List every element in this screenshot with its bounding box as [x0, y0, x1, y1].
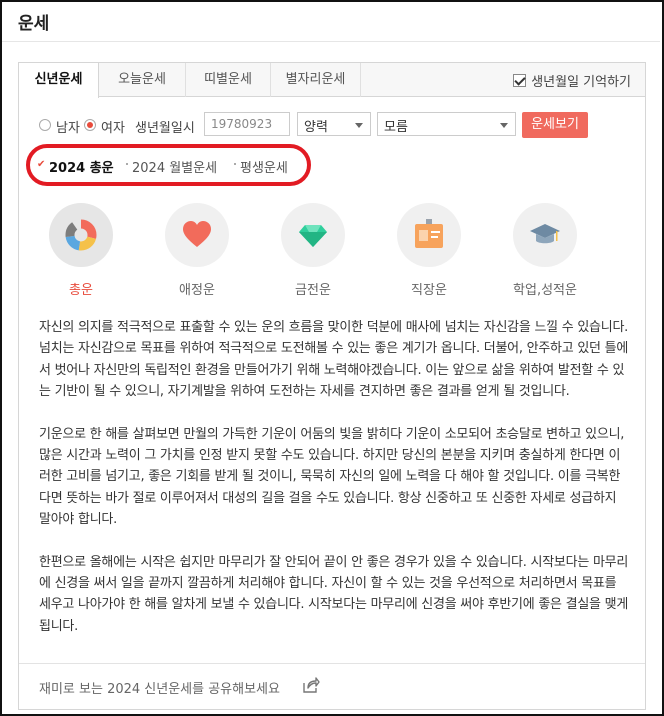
fortune-categories: 총운 애정운 금전운 직장운 학업,성적운: [19, 203, 645, 303]
fortune-paragraph: 기운으로 한 해를 살펴보면 만월의 가득한 기운이 어둠의 빛을 밝히다 기운…: [39, 426, 625, 528]
view-fortune-button[interactable]: 운세보기: [522, 112, 588, 138]
calendar-select[interactable]: 양력: [297, 112, 371, 136]
chevron-down-icon: [355, 123, 363, 128]
fortune-text: 자신의 의지를 적극적으로 표출할 수 있는 운의 흐름을 맞이한 덕분에 매사…: [39, 317, 629, 658]
category-money[interactable]: 금전운: [273, 203, 353, 298]
category-label: 직장운: [411, 283, 447, 298]
donut-chart-icon: [65, 219, 97, 251]
female-label: 여자: [101, 121, 125, 136]
category-label: 애정운: [179, 283, 215, 298]
highlight-ring: [26, 144, 311, 186]
tab-today-fortune[interactable]: 오늘운세: [99, 63, 186, 97]
remember-birthdate[interactable]: 생년월일 기억하기: [513, 71, 631, 90]
category-general[interactable]: 총운: [41, 203, 121, 298]
tab-constellation-fortune[interactable]: 별자리운세: [271, 63, 361, 97]
birth-time-select[interactable]: 모름: [377, 112, 516, 136]
category-label: 총운: [69, 283, 93, 298]
heart-icon: [183, 221, 211, 247]
graduation-cap-icon: [530, 224, 560, 244]
female-radio[interactable]: [84, 119, 96, 131]
page-title: 운세: [18, 14, 50, 34]
category-label: 학업,성적운: [513, 283, 577, 298]
category-love[interactable]: 애정운: [157, 203, 237, 298]
category-career[interactable]: 직장운: [389, 203, 469, 298]
share-text: 재미로 보는 2024 신년운세를 공유해보세요: [39, 682, 280, 697]
share-footer: 재미로 보는 2024 신년운세를 공유해보세요: [19, 663, 645, 709]
male-label: 남자: [56, 121, 80, 136]
birth-label: 생년월일시: [135, 121, 195, 136]
tab-bar: 신년운세 오늘운세 띠별운세 별자리운세 생년월일 기억하기: [19, 63, 645, 98]
category-study[interactable]: 학업,성적운: [505, 203, 585, 298]
category-label: 금전운: [295, 283, 331, 298]
tab-zodiac-animal-fortune[interactable]: 띠별운세: [186, 63, 271, 97]
share-icon[interactable]: [302, 677, 320, 693]
birth-time-value: 모름: [384, 120, 408, 135]
fortune-paragraph: 자신의 의지를 적극적으로 표출할 수 있는 운의 흐름을 맞이한 덕분에 매사…: [39, 320, 629, 400]
chevron-down-icon: [500, 123, 508, 128]
gem-icon: [299, 225, 327, 247]
tab-new-year-fortune[interactable]: 신년운세: [19, 63, 99, 98]
male-radio[interactable]: [39, 119, 51, 131]
id-card-icon: [415, 219, 443, 248]
calendar-value: 양력: [304, 120, 328, 135]
birthdate-input[interactable]: 19780923: [204, 112, 290, 136]
birth-form: 남자 여자 생년월일시 19780923 양력 모름 운세보기: [39, 112, 639, 138]
page-header: 운세: [2, 2, 660, 42]
remember-label: 생년월일 기억하기: [531, 75, 631, 90]
remember-checkbox[interactable]: [513, 74, 527, 87]
fortune-paragraph: 한편으로 올해에는 시작은 쉽지만 마무리가 잘 안되어 끝이 안 좋은 경우가…: [39, 554, 629, 634]
